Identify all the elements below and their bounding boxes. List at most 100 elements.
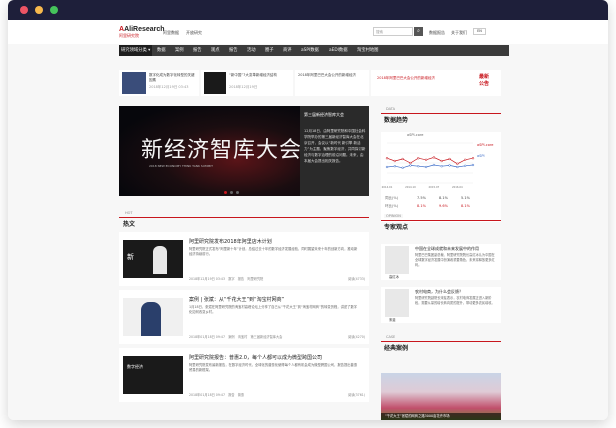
nav-item-case[interactable]: 案例 [173, 45, 186, 56]
data-point[interactable] [409, 161, 412, 165]
data-cell: 8.1% [439, 196, 448, 200]
article-image: 新 [123, 240, 183, 278]
nav-item-circle[interactable]: 圈子 [263, 45, 276, 56]
article-desc: 1月18日，张斌在阿里研究院的淘宝村高峰论坛上分享了自己从“千花大王”到“淘宝村… [189, 305, 358, 314]
nav-item-review[interactable]: 商评 [281, 45, 294, 56]
maximize-window-dot[interactable] [50, 6, 58, 14]
data-point[interactable] [417, 165, 420, 168]
data-row-label: 同比(%) [385, 196, 399, 200]
data-cell: 8.1% [417, 204, 426, 208]
logo-cn-text: 阿里研究院 [119, 33, 139, 38]
news-thumbnail [122, 72, 146, 94]
nav-item-report[interactable]: 报告 [191, 45, 204, 56]
article-read-count: 阅读(4733) [348, 277, 365, 281]
expert-title[interactable]: 中国在全球成就和未来发展中的作用 [415, 246, 479, 252]
data-point[interactable] [385, 157, 389, 160]
hot-tag: HOT [123, 211, 135, 215]
data-point[interactable] [432, 156, 436, 159]
legend-item-1: aSPI-core [477, 143, 494, 147]
window-titlebar [8, 0, 608, 20]
data-point[interactable] [424, 158, 428, 161]
article-item[interactable]: 数字经济 阿里研究院报告：普惠2.0，每个人都可以成为微型跨国公司 阿里研究院发… [119, 348, 369, 402]
pager-dot[interactable] [236, 191, 239, 194]
search-input[interactable]: 搜索 [373, 27, 413, 36]
expert-item[interactable]: 宋斐 农村电商，为什么会反馈？ 阿里研究院副院长宋斐表示，农村电商发展正进入新阶… [381, 287, 501, 323]
top-news-1[interactable]: 数字化成为数字化转型的关键因素 2018年12月19日 03:43 [119, 70, 199, 96]
article-desc: 阿里研究院发布最新报告，在数字经济时代，全球化的普惠化使得每个人都有机会成为微型… [189, 363, 358, 372]
data-tab[interactable]: aSPI-core [407, 133, 423, 138]
legend-item-2: aSPI [477, 154, 485, 158]
data-point[interactable] [448, 157, 451, 161]
nav-item-opinion[interactable]: 观点 [209, 45, 222, 56]
data-point[interactable] [393, 159, 396, 163]
pager-dot[interactable] [230, 191, 233, 194]
data-point[interactable] [424, 165, 428, 169]
data-point[interactable] [471, 163, 475, 167]
pager-dot[interactable] [224, 191, 227, 194]
nav-item-aedi[interactable]: aEDI数据 [327, 45, 350, 56]
expert-text: 阿里研究院副院长宋斐表示，农村电商发展正进入新阶段，需要从量的增长转向质的提升，… [415, 296, 495, 305]
nav-item-report-2[interactable]: 报告 [227, 45, 240, 56]
article-item[interactable]: 新 阿里研究院发布2018年阿里店木计划 阿里研究院正式发布“阿里新十年”计划，… [119, 232, 369, 286]
data-point[interactable] [409, 164, 412, 167]
page-content: AAliResearch 阿里研究院 阿里数据 开放研究 搜索 ⌕ 数据报告 关… [8, 20, 608, 420]
chart-x-ticks: 2014.01 2014.10 2015.07 2016.04 [382, 185, 463, 189]
x-tick-label: 2014.01 [382, 185, 393, 189]
data-point[interactable] [401, 157, 404, 161]
data-cell: 8.1% [461, 204, 470, 208]
expert-item[interactable]: 高红冰 中国在全球成就和未来发展中的作用 阿里巴巴集团副总裁、阿里研究院院长高红… [381, 244, 501, 280]
close-window-dot[interactable] [20, 6, 28, 14]
article-read-count: 阅读(4270) [348, 335, 365, 339]
minimize-window-dot[interactable] [35, 6, 43, 14]
data-point[interactable] [393, 165, 396, 168]
top-news-title: “新中国”7大变革新增经济结构 [229, 73, 277, 77]
data-point[interactable] [456, 162, 459, 165]
article-title[interactable]: 阿里研究院发布2018年阿里店木计划 [189, 238, 272, 245]
data-point[interactable] [440, 165, 443, 168]
expert-name: 宋斐 [389, 318, 396, 322]
data-point[interactable] [385, 165, 389, 169]
data-point[interactable] [456, 165, 459, 169]
data-cell: 9.6% [439, 204, 448, 208]
search-icon[interactable]: ⌕ [414, 27, 423, 36]
article-meta: 2018年12月19日 03:43 数字 报告 阿里研究院 [189, 277, 264, 281]
article-title[interactable]: 案例 | 张斌：从“千花大王”到“淘宝村网商” [189, 296, 284, 303]
expert-title[interactable]: 农村电商，为什么会反馈？ [415, 289, 463, 295]
data-point[interactable] [464, 158, 467, 161]
data-point[interactable] [464, 164, 467, 167]
banner-side-title: 第三届新经济智库大会 [304, 112, 344, 117]
top-news-title: 数字化成为数字化转型的关键因素 [149, 73, 195, 82]
data-point[interactable] [417, 157, 420, 160]
nav-item-activity[interactable]: 活动 [245, 45, 258, 56]
news-thumbnail [204, 72, 226, 94]
announcement-box[interactable]: 2018年阿里巴巴大会公开的新增经济 最新 公告 [371, 70, 501, 96]
article-item[interactable]: 案例 | 张斌：从“千花大王”到“淘宝村网商” 1月18日，张斌在阿里研究院的淘… [119, 290, 369, 344]
header-link-about[interactable]: 关于我们 [451, 30, 467, 36]
nav-item-aspi[interactable]: aSPI数据 [299, 45, 321, 56]
data-point[interactable] [440, 159, 443, 163]
nav-item-taobao-map[interactable]: 淘宝村地图 [355, 45, 380, 56]
top-news-3[interactable]: 2018年阿里巴巴大会公开的新增经济 [295, 70, 369, 96]
hero-banner[interactable]: 新经济智库大会 2018 NEW ECONOMY THINK TANK SUMM… [119, 106, 369, 196]
site-logo[interactable]: AAliResearch [119, 26, 165, 33]
data-point[interactable] [401, 166, 404, 169]
data-point[interactable] [448, 164, 451, 167]
article-image: 数字经济 [123, 356, 183, 394]
opinion-tag: OPINION [384, 214, 403, 218]
article-title[interactable]: 阿里研究院报告：普惠2.0，每个人都可以成为微型跨国公司 [189, 354, 322, 361]
data-point[interactable] [432, 163, 436, 167]
top-news-2[interactable]: “新中国”7大变革新增经济结构 2018年12月19日 [201, 70, 293, 96]
language-switch[interactable]: EN [473, 28, 486, 35]
case-title: 经典案例 [384, 345, 409, 352]
nav-item-data[interactable]: 数据 [155, 45, 168, 56]
nav-category-menu[interactable]: 研究领域分类 ▾ [119, 45, 153, 56]
header-link-data[interactable]: 阿里数据 [163, 30, 179, 36]
header-link-report[interactable]: 数据报告 [429, 30, 445, 36]
case-image[interactable]: “千花大王”张斌的网商之路3000亩花卉市场 [381, 373, 501, 420]
data-point[interactable] [471, 157, 475, 160]
main-nav: 研究领域分类 ▾ 数据 案例 报告 观点 报告 活动 圈子 商评 aSPI数据 … [119, 45, 509, 56]
x-tick-label: 2014.10 [405, 185, 416, 189]
x-tick-label: 2016.04 [452, 185, 463, 189]
top-news-date: 2018年12月19日 03:43 [149, 85, 189, 89]
header-link-research[interactable]: 开放研究 [186, 30, 202, 36]
